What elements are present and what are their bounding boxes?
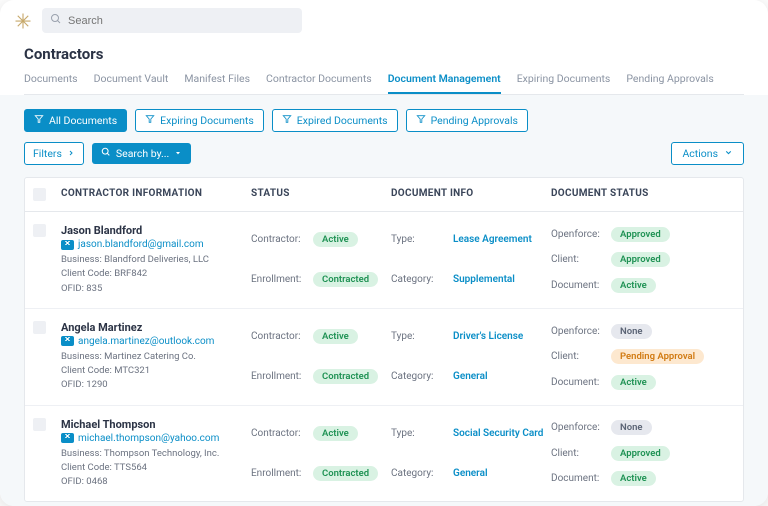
filters-button[interactable]: Filters (24, 142, 84, 165)
filter-icon (145, 114, 155, 127)
email-icon (61, 336, 74, 346)
tab-expiring-documents[interactable]: Expiring Documents (517, 67, 611, 94)
column-header: STATUS (251, 188, 391, 201)
tab-document-vault[interactable]: Document Vault (94, 67, 169, 94)
status-badge: None (611, 420, 652, 435)
actions-label: Actions (682, 147, 718, 160)
filter-icon (416, 114, 426, 127)
contractor-name: Angela Martinez (61, 321, 251, 334)
tab-contractor-documents[interactable]: Contractor Documents (266, 67, 372, 94)
tab-documents[interactable]: Documents (24, 67, 78, 94)
email-icon (61, 240, 74, 250)
table-header: CONTRACTOR INFORMATION STATUS DOCUMENT I… (25, 178, 743, 212)
status-badge: Active (313, 426, 358, 441)
contractor-meta: Business: Martinez Catering Co.Client Co… (61, 350, 251, 393)
filter-icon (34, 114, 44, 127)
contractors-table: CONTRACTOR INFORMATION STATUS DOCUMENT I… (24, 177, 744, 502)
doc-type-link[interactable]: Driver's License (453, 331, 551, 342)
doc-type-link[interactable]: Lease Agreement (453, 234, 551, 245)
status-badge: Approved (611, 252, 670, 267)
status-badge: Active (611, 278, 656, 293)
select-all-checkbox[interactable] (33, 188, 46, 201)
filters-label: Filters (33, 147, 62, 160)
search-icon (101, 147, 111, 160)
status-badge: Active (611, 375, 656, 390)
status-badge: Active (611, 471, 656, 486)
page-title: Contractors (24, 45, 744, 63)
column-header: CONTRACTOR INFORMATION (61, 188, 251, 201)
filter-icon (282, 114, 292, 127)
contractor-meta: Business: Blandford Deliveries, LLCClien… (61, 253, 251, 296)
chevron-right-icon (67, 147, 75, 160)
email-icon (61, 433, 74, 443)
contractor-name: Michael Thompson (61, 418, 251, 431)
caret-down-icon (174, 147, 182, 160)
status-badge: Approved (611, 227, 670, 242)
row-checkbox[interactable] (33, 321, 46, 334)
tabs: Documents Document Vault Manifest Files Con… (24, 67, 744, 95)
global-search[interactable] (42, 8, 302, 33)
doc-category-link[interactable]: Supplemental (453, 274, 551, 285)
table-row: Jason Blandford jason.blandford@gmail.co… (25, 212, 743, 309)
status-badge: Contracted (313, 466, 378, 481)
filter-pill-expired-documents[interactable]: Expired Documents (272, 109, 398, 132)
status-badge: Pending Approval (611, 349, 704, 364)
status-badge: Approved (611, 446, 670, 461)
column-header: DOCUMENT STATUS (551, 188, 735, 201)
column-header: DOCUMENT INFO (391, 188, 551, 201)
table-row: Michael Thompson michael.thompson@yahoo.… (25, 406, 743, 502)
status-badge: None (611, 324, 652, 339)
contractor-meta: Business: Thompson Technology, Inc.Clien… (61, 447, 251, 490)
filter-pill-expiring-documents[interactable]: Expiring Documents (135, 109, 264, 132)
tab-document-management[interactable]: Document Management (388, 67, 501, 94)
contractor-email[interactable]: jason.blandford@gmail.com (78, 239, 204, 250)
doc-category-link[interactable]: General (453, 371, 551, 382)
contractor-name: Jason Blandford (61, 224, 251, 237)
search-by-label: Search by... (116, 147, 169, 160)
document-filter-pills: All Documents Expiring Documents Expired D… (24, 109, 744, 132)
status-badge: Contracted (313, 369, 378, 384)
doc-type-link[interactable]: Social Security Card (453, 428, 551, 439)
tab-pending-approvals[interactable]: Pending Approvals (626, 67, 713, 94)
search-by-button[interactable]: Search by... (92, 143, 191, 164)
contractor-email[interactable]: angela.martinez@outlook.com (78, 336, 214, 347)
search-icon (50, 13, 62, 28)
doc-category-link[interactable]: General (453, 468, 551, 479)
logo (14, 12, 32, 30)
row-checkbox[interactable] (33, 224, 46, 237)
table-row: Angela Martinez angela.martinez@outlook.… (25, 309, 743, 406)
status-badge: Contracted (313, 272, 378, 287)
contractor-email[interactable]: michael.thompson@yahoo.com (78, 433, 219, 444)
status-badge: Active (313, 329, 358, 344)
filter-pill-pending-approvals[interactable]: Pending Approvals (406, 109, 528, 132)
row-checkbox[interactable] (33, 418, 46, 431)
status-badge: Active (313, 232, 358, 247)
filter-pill-all-documents[interactable]: All Documents (24, 109, 127, 132)
actions-button[interactable]: Actions (671, 142, 744, 165)
search-input[interactable] (68, 15, 294, 27)
chevron-down-icon (724, 147, 733, 160)
tab-manifest-files[interactable]: Manifest Files (184, 67, 250, 94)
